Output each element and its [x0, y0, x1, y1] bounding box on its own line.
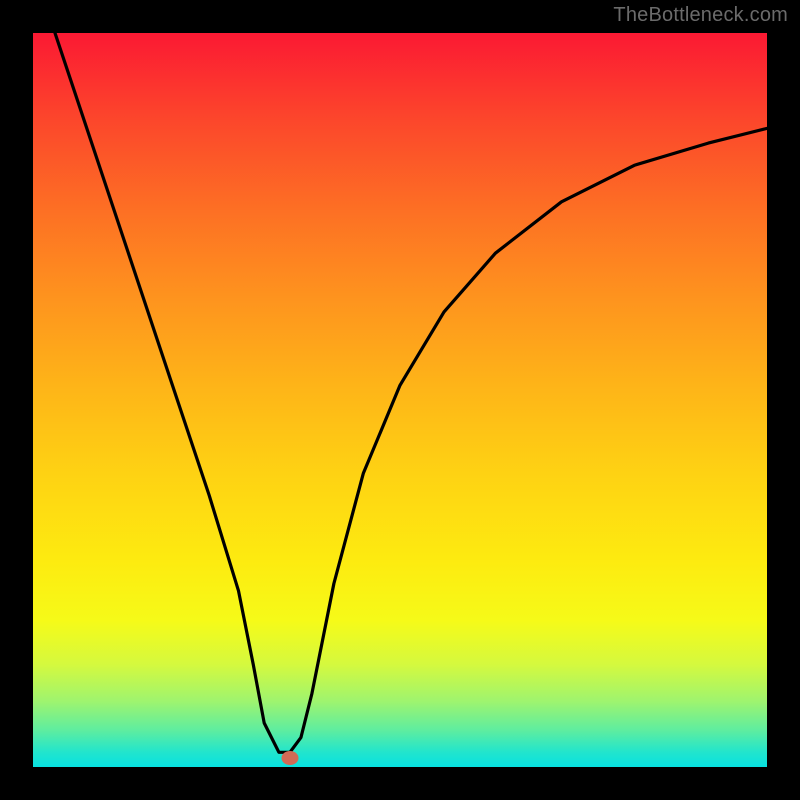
- chart-frame: TheBottleneck.com: [0, 0, 800, 800]
- curve-svg: [33, 33, 767, 767]
- bottleneck-curve: [55, 33, 767, 752]
- watermark-text: TheBottleneck.com: [613, 4, 788, 27]
- minimum-marker: [281, 751, 298, 765]
- plot-area: [33, 33, 767, 767]
